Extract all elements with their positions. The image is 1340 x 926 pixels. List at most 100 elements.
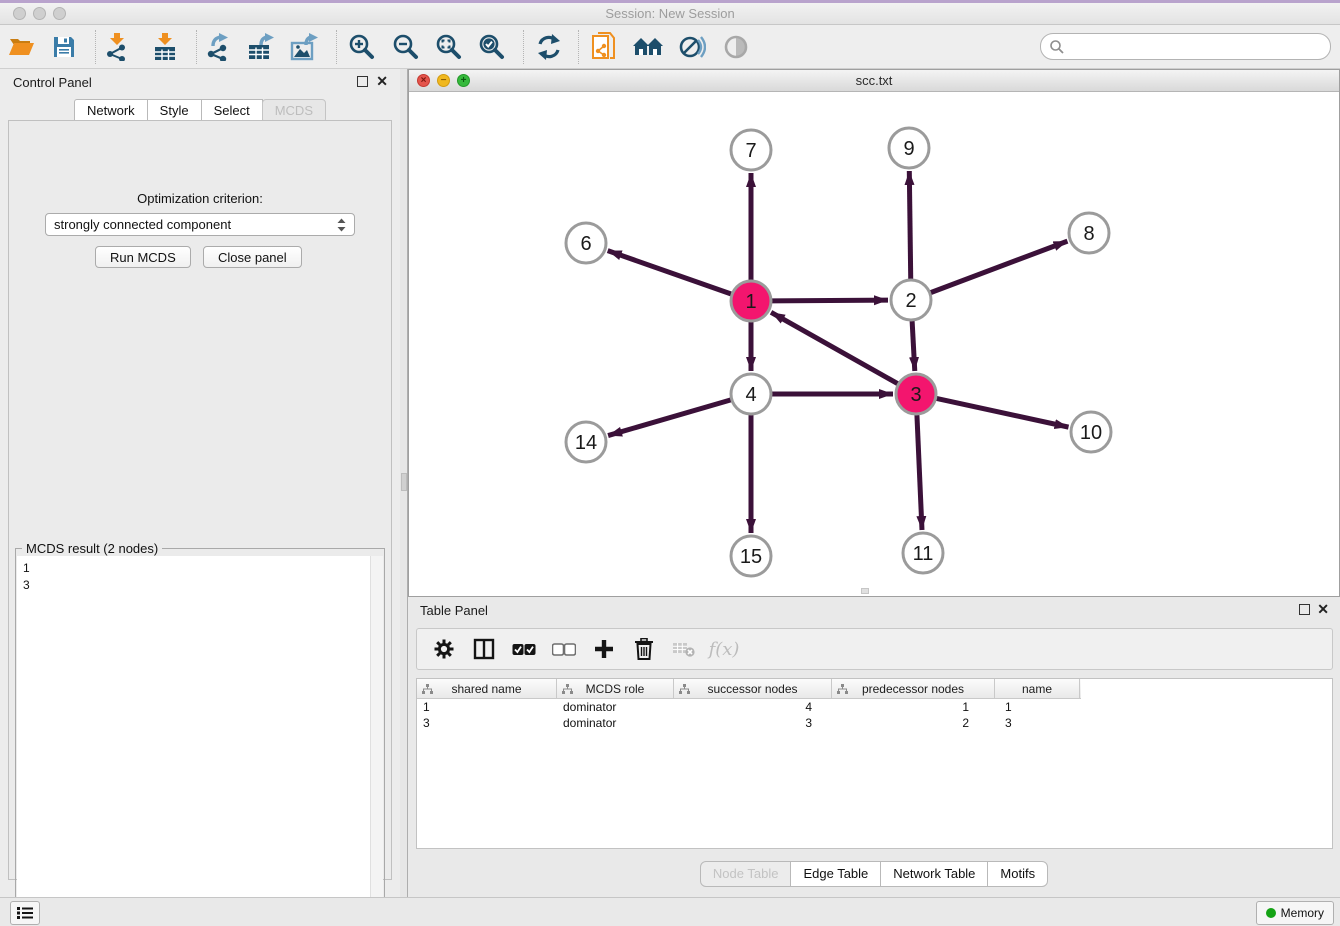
hierarchy-icon: [422, 684, 433, 694]
search-icon: [1049, 39, 1065, 55]
column-header-successor-nodes[interactable]: successor nodes: [674, 679, 832, 698]
save-session-icon[interactable]: [47, 30, 81, 64]
cell-mcds-role[interactable]: dominator: [557, 699, 674, 715]
control-panel-title: Control Panel: [13, 75, 92, 90]
table-toolbar: f(x): [416, 628, 1333, 670]
graph-edge-3-1[interactable]: [771, 312, 898, 383]
cell-shared-name[interactable]: 3: [417, 715, 557, 731]
table-header: shared name MCDS role successor nodes pr…: [417, 679, 1081, 699]
table-settings-icon[interactable]: [431, 636, 457, 662]
export-network-icon[interactable]: [202, 30, 236, 64]
toolbar-separator: [95, 30, 96, 64]
toolbar-separator: [196, 30, 197, 64]
show-networks-home-icon[interactable]: [631, 30, 665, 64]
run-mcds-button[interactable]: Run MCDS: [95, 246, 191, 268]
cell-successor-nodes[interactable]: 4: [674, 699, 832, 715]
hide-visual-details-icon[interactable]: [675, 30, 709, 64]
function-builder-icon: f(x): [711, 636, 737, 662]
graph-edge-4-14[interactable]: [608, 400, 731, 436]
graph-edge-2-9[interactable]: [909, 171, 910, 279]
result-scrollbar[interactable]: [370, 556, 383, 923]
zoom-fit-icon[interactable]: [432, 30, 466, 64]
cell-name[interactable]: 3: [995, 715, 1080, 731]
table-panel: Table Panel ✕: [408, 597, 1340, 897]
graph-edge-3-11[interactable]: [917, 415, 922, 530]
mcds-panel: Optimization criterion: strongly connect…: [8, 120, 392, 880]
cell-predecessor-nodes[interactable]: 1: [832, 699, 995, 715]
float-panel-icon[interactable]: [357, 76, 368, 87]
refresh-view-icon[interactable]: [532, 30, 566, 64]
cell-predecessor-nodes[interactable]: 2: [832, 715, 995, 731]
export-table-icon[interactable]: [245, 30, 279, 64]
panel-splitter[interactable]: [400, 69, 408, 897]
eye-icon: [719, 30, 753, 64]
status-bar: Memory: [0, 897, 1340, 926]
graph-edge-2-3[interactable]: [912, 321, 915, 371]
graph-edge-1-6[interactable]: [608, 251, 731, 294]
hierarchy-icon: [837, 684, 848, 694]
memory-button[interactable]: Memory: [1256, 901, 1334, 925]
search-field[interactable]: [1040, 33, 1331, 60]
main-toolbar: [0, 25, 1340, 69]
graph-node-label-11: 11: [913, 543, 934, 565]
network-from-selection-icon[interactable]: [587, 30, 621, 64]
show-columns-icon[interactable]: [471, 636, 497, 662]
cell-mcds-role[interactable]: dominator: [557, 715, 674, 731]
dropdown-stepper-icon: [337, 218, 346, 232]
zoom-out-icon[interactable]: [389, 30, 423, 64]
splitter-grip[interactable]: [401, 473, 407, 491]
float-table-panel-icon[interactable]: [1299, 604, 1310, 615]
import-network-icon[interactable]: [101, 30, 135, 64]
graph-edge-2-8[interactable]: [931, 241, 1068, 292]
network-titlebar[interactable]: × − + scc.txt: [409, 70, 1339, 92]
cell-shared-name[interactable]: 1: [417, 699, 557, 715]
add-column-icon[interactable]: [591, 636, 617, 662]
hierarchy-icon: [679, 684, 690, 694]
search-input[interactable]: [1065, 39, 1330, 54]
import-table-icon[interactable]: [148, 30, 182, 64]
table-row[interactable]: 3 dominator 3 2 3: [417, 715, 1332, 731]
tab-edge-table[interactable]: Edge Table: [790, 861, 881, 887]
criterion-dropdown[interactable]: strongly connected component: [45, 213, 355, 236]
toolbar-separator: [523, 30, 524, 64]
table-tabs: Node Table Edge Table Network Table Moti…: [408, 861, 1340, 887]
table-row[interactable]: 1 dominator 4 1 1: [417, 699, 1332, 715]
mcds-result-title: MCDS result (2 nodes): [22, 541, 162, 556]
column-header-mcds-role[interactable]: MCDS role: [557, 679, 674, 698]
zoom-in-icon[interactable]: [345, 30, 379, 64]
open-session-icon[interactable]: [5, 30, 39, 64]
zoom-selected-icon[interactable]: [475, 30, 509, 64]
graph-node-label-4: 4: [745, 384, 756, 406]
node-table: shared name MCDS role successor nodes pr…: [416, 678, 1333, 849]
network-resize-grip[interactable]: [861, 588, 869, 594]
network-window: × − + scc.txt 7968124314101511: [408, 69, 1340, 597]
graph-edge-3-10[interactable]: [937, 398, 1069, 427]
graph-node-label-6: 6: [580, 233, 591, 255]
toolbar-separator: [578, 30, 579, 64]
column-header-predecessor-nodes[interactable]: predecessor nodes: [832, 679, 995, 698]
cell-successor-nodes[interactable]: 3: [674, 715, 832, 731]
deselect-all-rows-icon[interactable]: [551, 636, 577, 662]
column-header-name[interactable]: name: [995, 679, 1080, 698]
hierarchy-icon: [562, 684, 573, 694]
mcds-result-text[interactable]: 1 3: [17, 556, 383, 923]
network-canvas[interactable]: 7968124314101511: [409, 92, 1339, 596]
graph-node-label-8: 8: [1083, 223, 1094, 245]
show-panels-list-button[interactable]: [10, 901, 40, 925]
cell-name[interactable]: 1: [995, 699, 1080, 715]
graph-node-label-9: 9: [903, 138, 914, 160]
graph-node-label-14: 14: [575, 432, 597, 454]
select-all-rows-icon[interactable]: [511, 636, 537, 662]
column-header-shared-name[interactable]: shared name: [417, 679, 557, 698]
tab-node-table[interactable]: Node Table: [700, 861, 792, 887]
delete-column-icon[interactable]: [631, 636, 657, 662]
close-panel-icon[interactable]: ✕: [376, 74, 388, 88]
close-panel-button[interactable]: Close panel: [203, 246, 302, 268]
tab-motifs[interactable]: Motifs: [987, 861, 1048, 887]
criterion-value: strongly connected component: [54, 217, 337, 232]
graph-edge-1-2[interactable]: [772, 300, 888, 301]
close-table-panel-icon[interactable]: ✕: [1317, 602, 1329, 616]
export-image-icon[interactable]: [288, 30, 322, 64]
tab-network-table[interactable]: Network Table: [880, 861, 988, 887]
graph-node-label-3: 3: [910, 384, 921, 406]
